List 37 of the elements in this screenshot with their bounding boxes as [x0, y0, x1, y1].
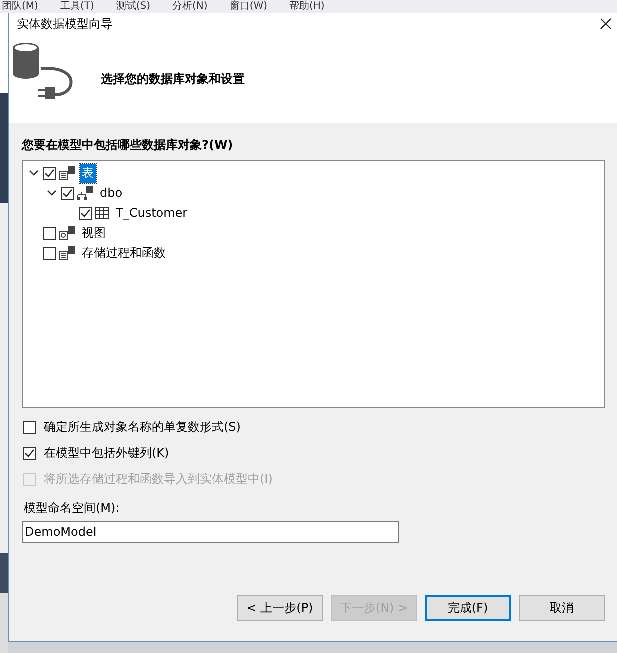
checkbox[interactable]: [43, 246, 56, 260]
tree-item[interactable]: 存储过程和函数: [80, 244, 168, 262]
dialog-button[interactable]: 取消: [519, 595, 605, 621]
field-label: 模型命名空间(M):: [24, 500, 121, 517]
namespace-field[interactable]: DemoModel: [22, 521, 399, 543]
checkbox[interactable]: [79, 206, 92, 220]
menu-item[interactable]: 窗口(W): [230, 0, 268, 13]
database-object-icon: [59, 226, 75, 240]
checkbox[interactable]: [23, 446, 36, 460]
menu-item[interactable]: 帮助(H): [290, 0, 325, 13]
menu-item[interactable]: 分析(N): [172, 0, 208, 13]
window-title: 实体数据模型向导: [17, 16, 113, 32]
dialog-button[interactable]: < 上一步(P): [237, 595, 323, 621]
tree-label: 您要在模型中包括哪些数据库对象?(W): [22, 137, 234, 154]
tree-item[interactable]: 表: [80, 164, 96, 182]
chevron-icon[interactable]: [47, 188, 57, 198]
chevron-icon[interactable]: [29, 168, 39, 178]
checkbox[interactable]: [61, 186, 74, 200]
database-object-icon: [59, 246, 75, 260]
checkbox-label: 将所选存储过程和函数导入到实体模型中(I): [44, 470, 273, 488]
close-icon[interactable]: [600, 18, 612, 30]
tree-item[interactable]: T_Customer: [114, 205, 190, 221]
table-icon: [95, 207, 109, 219]
page-heading: 选择您的数据库对象和设置: [101, 70, 245, 88]
database-object-icon: [59, 166, 75, 180]
checkbox[interactable]: [43, 226, 56, 240]
tree-item[interactable]: 视图: [80, 224, 108, 242]
tree-item[interactable]: dbo: [98, 185, 125, 201]
menu-item[interactable]: 团队(M): [2, 0, 38, 13]
checkbox-label: 在模型中包括外键列(K): [44, 444, 170, 462]
menu-item[interactable]: 测试(S): [116, 0, 151, 13]
checkbox-label: 确定所生成对象名称的单复数形式(S): [44, 418, 241, 436]
menu-item[interactable]: 工具(T): [60, 0, 94, 13]
dialog-button[interactable]: 完成(F): [425, 595, 511, 621]
checkbox[interactable]: [23, 420, 36, 434]
hierarchy-icon: [77, 186, 93, 200]
checkbox[interactable]: [43, 166, 56, 180]
